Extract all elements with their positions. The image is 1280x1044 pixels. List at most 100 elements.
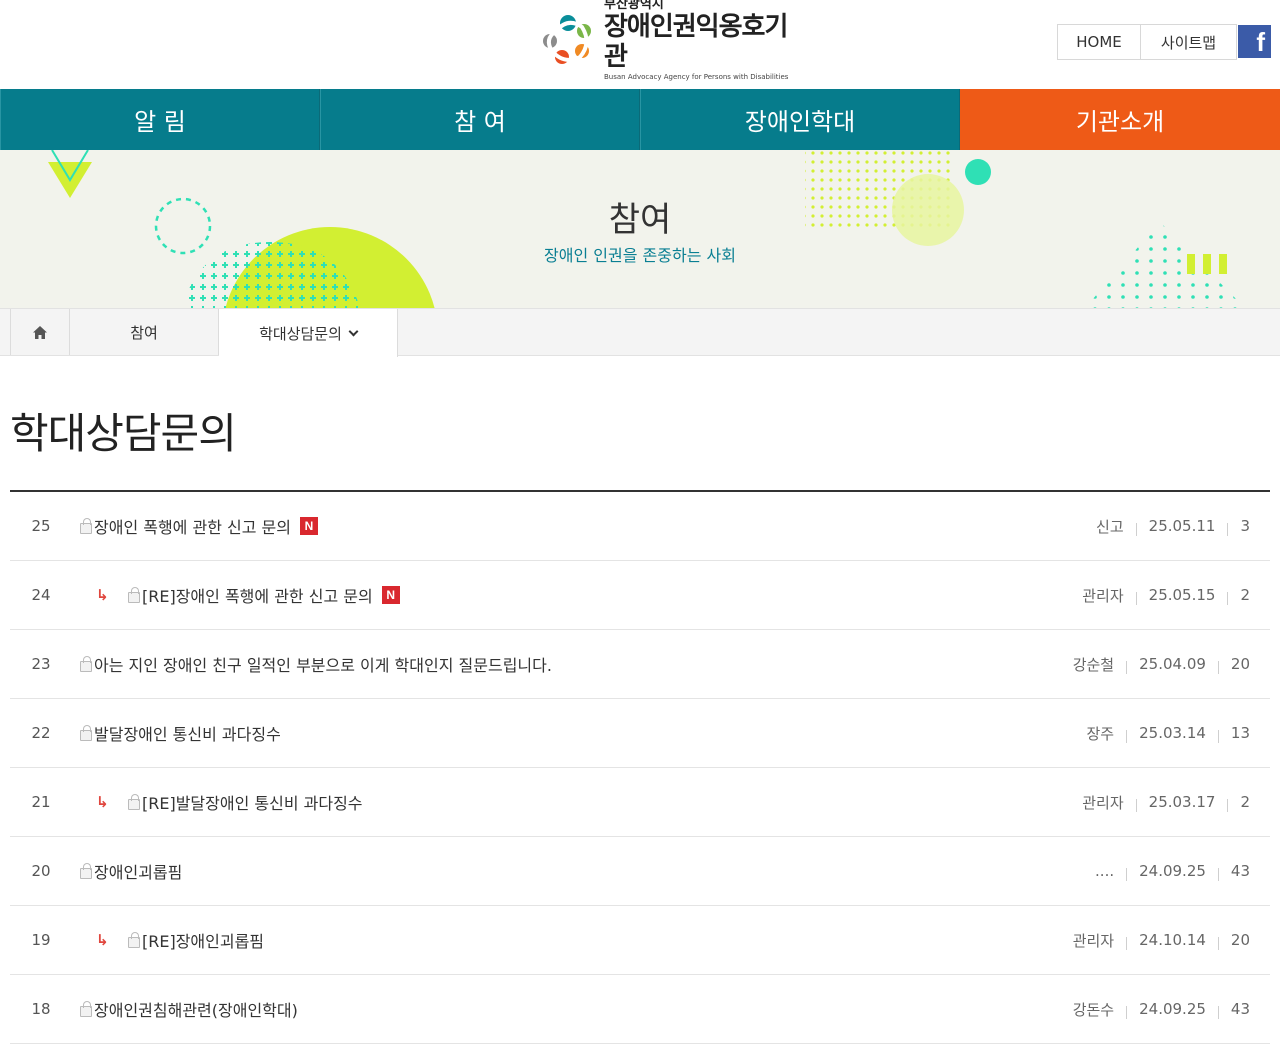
post-views: 2 <box>1240 793 1250 811</box>
row-number: 23 <box>31 655 51 673</box>
divider <box>1126 729 1128 743</box>
post-views: 2 <box>1240 586 1250 604</box>
breadcrumb-level2-dropdown[interactable]: 학대상담문의 <box>219 309 398 357</box>
divider <box>1135 522 1137 536</box>
post-link[interactable]: 아는 지인 장애인 친구 일적인 부분으로 이게 학대인지 질문드립니다. <box>80 652 552 676</box>
logo-english-name: Busan Advocacy Agency for Persons with D… <box>604 72 789 81</box>
divider <box>1227 591 1229 605</box>
breadcrumb-level2-label: 학대상담문의 <box>259 324 342 343</box>
logo-emblem-icon <box>538 9 598 69</box>
post-author: 강돈수 <box>1072 1000 1115 1019</box>
banner-title: 참여 <box>608 200 672 240</box>
row-number: 24 <box>31 586 51 604</box>
divider <box>1217 729 1219 743</box>
post-subject: [RE]장애인 폭행에 관한 신고 문의 <box>142 587 373 606</box>
table-row: 20 장애인괴롭핌 .... 24.09.25 43 <box>10 837 1270 906</box>
divider <box>1126 867 1128 881</box>
post-link[interactable]: 발달장애인 통신비 과다징수 <box>80 721 281 745</box>
board-list: 25 장애인 폭행에 관한 신고 문의 N 신고 25.05.11 3 24 ↳… <box>10 490 1270 1044</box>
nav-item-abuse[interactable]: 장애인학대 <box>640 89 960 150</box>
facebook-icon[interactable]: f <box>1238 25 1271 58</box>
post-author: 장주 <box>1086 724 1115 743</box>
row-number: 19 <box>31 931 51 949</box>
table-row: 18 장애인권침해관련(장애인학대) 강돈수 24.09.25 43 <box>10 975 1270 1044</box>
post-author: 관리자 <box>1072 931 1115 950</box>
post-link[interactable]: ↳ [RE]장애인 폭행에 관한 신고 문의 N <box>96 583 400 607</box>
post-link[interactable]: ↳ [RE]발달장애인 통신비 과다징수 <box>96 790 363 814</box>
divider <box>1135 798 1137 812</box>
page-title: 학대상담문의 <box>10 409 237 458</box>
post-subject: 장애인 폭행에 관한 신고 문의 <box>94 518 291 537</box>
lock-icon <box>128 793 140 810</box>
post-views: 20 <box>1230 655 1250 673</box>
post-link[interactable]: ↳ [RE]장애인괴롭핌 <box>96 928 264 952</box>
banner-subtitle: 장애인 인권을 존중하는 사회 <box>544 246 736 265</box>
lock-icon <box>80 1000 92 1017</box>
post-link[interactable]: 장애인 폭행에 관한 신고 문의 N <box>80 514 318 538</box>
logo-title: 장애인권익옹호기관 <box>604 11 788 72</box>
nav-item-participation[interactable]: 참 여 <box>320 89 640 150</box>
post-subject: [RE]장애인괴롭핌 <box>142 932 265 951</box>
reply-arrow-icon: ↳ <box>96 793 109 811</box>
post-author: 관리자 <box>1082 586 1124 605</box>
nav-item-about[interactable]: 기관소개 <box>960 89 1280 150</box>
post-date: 24.09.25 <box>1139 862 1206 880</box>
breadcrumb-home[interactable] <box>10 309 70 355</box>
site-logo[interactable]: 부산광역시 장애인권익옹호기관 Busan Advocacy Agency fo… <box>538 0 808 81</box>
divider <box>1227 522 1229 536</box>
row-number: 25 <box>31 517 51 535</box>
table-row: 23 아는 지인 장애인 친구 일적인 부분으로 이게 학대인지 질문드립니다.… <box>10 630 1270 699</box>
divider <box>1227 798 1229 812</box>
post-link[interactable]: 장애인권침해관련(장애인학대) <box>80 997 298 1021</box>
post-views: 13 <box>1230 724 1250 742</box>
row-number: 20 <box>31 862 51 880</box>
reply-arrow-icon: ↳ <box>96 931 109 949</box>
chevron-down-icon <box>348 326 359 336</box>
post-author: 신고 <box>1096 517 1124 536</box>
post-views: 43 <box>1230 1000 1250 1018</box>
post-subject: 장애인괴롭핌 <box>94 863 183 882</box>
divider <box>1217 1005 1219 1019</box>
lock-icon <box>128 931 140 948</box>
breadcrumb-level1[interactable]: 참여 <box>70 309 219 355</box>
post-date: 25.05.15 <box>1148 586 1216 604</box>
post-date: 25.04.09 <box>1139 655 1206 673</box>
lock-icon <box>80 655 92 672</box>
table-row: 19 ↳ [RE]장애인괴롭핌 관리자 24.10.14 20 <box>10 906 1270 975</box>
post-subject: 장애인권침해관련(장애인학대) <box>94 1001 298 1020</box>
post-views: 43 <box>1230 862 1250 880</box>
row-number: 18 <box>31 1000 51 1018</box>
utility-links: HOME 사이트맵 f <box>1057 24 1271 60</box>
post-link[interactable]: 장애인괴롭핌 <box>80 859 182 883</box>
new-badge: N <box>381 586 400 604</box>
table-row: 25 장애인 폭행에 관한 신고 문의 N 신고 25.05.11 3 <box>10 492 1270 561</box>
post-author: .... <box>1095 862 1115 880</box>
post-subject: 아는 지인 장애인 친구 일적인 부분으로 이게 학대인지 질문드립니다. <box>94 656 552 675</box>
post-date: 24.09.25 <box>1139 1000 1206 1018</box>
lock-icon <box>80 724 92 741</box>
post-views: 20 <box>1230 931 1250 949</box>
table-row: 22 발달장애인 통신비 과다징수 장주 25.03.14 13 <box>10 699 1270 768</box>
logo-subtitle: 부산광역시 <box>604 0 664 12</box>
divider <box>1217 867 1219 881</box>
lock-icon <box>80 517 92 534</box>
nav-item-notice[interactable]: 알 림 <box>0 89 320 150</box>
divider <box>1126 1005 1128 1019</box>
lock-icon <box>80 862 92 879</box>
lock-icon <box>128 586 140 603</box>
post-author: 강순철 <box>1072 655 1115 674</box>
divider <box>1126 936 1128 950</box>
row-number: 22 <box>31 724 51 742</box>
home-link[interactable]: HOME <box>1057 24 1141 60</box>
row-number: 21 <box>31 793 51 811</box>
new-badge: N <box>299 517 318 535</box>
table-row: 21 ↳ [RE]발달장애인 통신비 과다징수 관리자 25.03.17 2 <box>10 768 1270 837</box>
table-row: 24 ↳ [RE]장애인 폭행에 관한 신고 문의 N 관리자 25.05.15… <box>10 561 1270 630</box>
post-subject: [RE]발달장애인 통신비 과다징수 <box>142 794 363 813</box>
post-author: 관리자 <box>1082 793 1124 812</box>
sub-banner: 참여 장애인 인권을 존중하는 사회 <box>0 150 1280 308</box>
post-date: 24.10.14 <box>1139 931 1206 949</box>
reply-arrow-icon: ↳ <box>96 586 109 604</box>
divider <box>1217 660 1219 674</box>
sitemap-link[interactable]: 사이트맵 <box>1141 24 1237 60</box>
